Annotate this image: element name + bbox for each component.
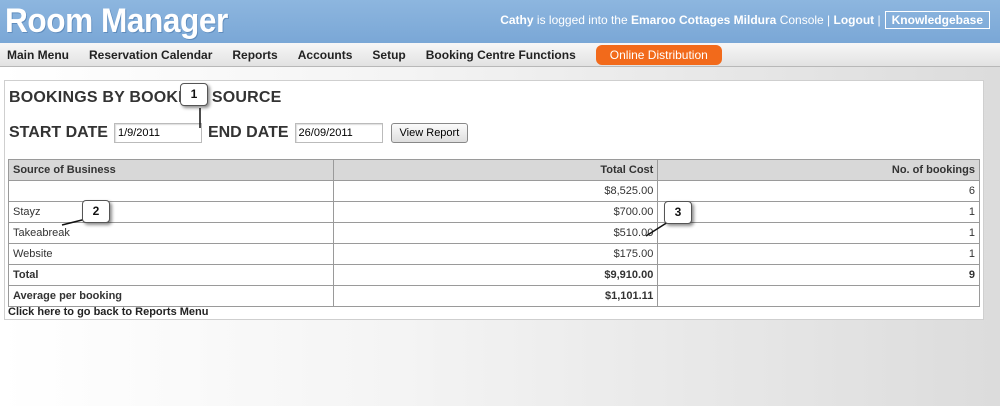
col-source: Source of Business [8, 159, 334, 181]
end-date-input[interactable] [294, 123, 383, 143]
nav-reports[interactable]: Reports [232, 48, 277, 62]
average-count [657, 285, 980, 307]
source-cell: Website [8, 243, 334, 265]
source-cell [8, 180, 334, 202]
total-row: Total $9,910.00 9 [8, 264, 980, 286]
average-row: Average per booking $1,101.11 [8, 285, 980, 307]
callout-2: 2 [82, 200, 110, 223]
table-header-row: Source of Business Total Cost No. of boo… [8, 159, 980, 181]
total-label: Total [8, 264, 334, 286]
start-date-label: START DATE [9, 124, 108, 141]
report-table: Source of Business Total Cost No. of boo… [8, 159, 980, 307]
nav-reservation-calendar[interactable]: Reservation Calendar [89, 48, 212, 62]
table-row: Website $175.00 1 [8, 243, 980, 265]
cost-cell: $8,525.00 [332, 180, 659, 202]
page-title: BOOKINGS BY BOOKING SOURCE [9, 89, 282, 106]
cost-cell: $700.00 [332, 201, 659, 223]
app-logo: Room Manager [5, 2, 228, 40]
source-cell: Stayz [8, 201, 334, 223]
table-row: Takeabreak $510.00 1 [8, 222, 980, 244]
back-to-reports-link[interactable]: Click here to go back to Reports Menu [8, 306, 208, 318]
average-cost: $1,101.11 [332, 285, 659, 307]
login-info: Cathy is logged into the Emaroo Cottages… [500, 11, 990, 29]
header-bar: Room Manager Cathy is logged into the Em… [0, 0, 1000, 43]
end-date-label: END DATE [207, 124, 289, 141]
nav-booking-centre-functions[interactable]: Booking Centre Functions [426, 48, 576, 62]
callout-1: 1 [180, 83, 208, 106]
main-nav: Main Menu Reservation Calendar Reports A… [0, 43, 1000, 67]
separator: | [877, 13, 881, 27]
nav-main-menu[interactable]: Main Menu [7, 48, 69, 62]
cost-cell: $175.00 [332, 243, 659, 265]
source-cell: Takeabreak [8, 222, 334, 244]
nav-accounts[interactable]: Accounts [298, 48, 353, 62]
start-date-input[interactable] [113, 123, 202, 143]
table-row: $8,525.00 6 [8, 180, 980, 202]
report-panel: BOOKINGS BY BOOKING SOURCE START DATE EN… [4, 80, 984, 320]
col-bookings: No. of bookings [657, 159, 980, 181]
table-row: Stayz $700.00 1 [8, 201, 980, 223]
view-report-button[interactable]: View Report [390, 123, 469, 143]
property-name: Emaroo Cottages Mildura [630, 13, 777, 27]
callout-3: 3 [664, 201, 692, 224]
average-label: Average per booking [8, 285, 334, 307]
count-cell: 6 [657, 180, 980, 202]
logged-text: is logged into the [536, 13, 628, 27]
count-cell: 1 [657, 243, 980, 265]
cost-cell: $510.00 [332, 222, 659, 244]
total-cost: $9,910.00 [332, 264, 659, 286]
nav-setup[interactable]: Setup [372, 48, 405, 62]
date-range-row: START DATE END DATE View Report [9, 123, 469, 143]
knowledgebase-button[interactable]: Knowledgebase [884, 11, 990, 29]
nav-online-distribution[interactable]: Online Distribution [595, 44, 722, 65]
total-count: 9 [657, 264, 980, 286]
user-name: Cathy [500, 13, 534, 27]
count-cell: 1 [657, 222, 980, 244]
console-text: Console | [779, 13, 831, 27]
count-cell: 1 [657, 201, 980, 223]
col-total-cost: Total Cost [332, 159, 659, 181]
logout-link[interactable]: Logout [834, 13, 875, 27]
